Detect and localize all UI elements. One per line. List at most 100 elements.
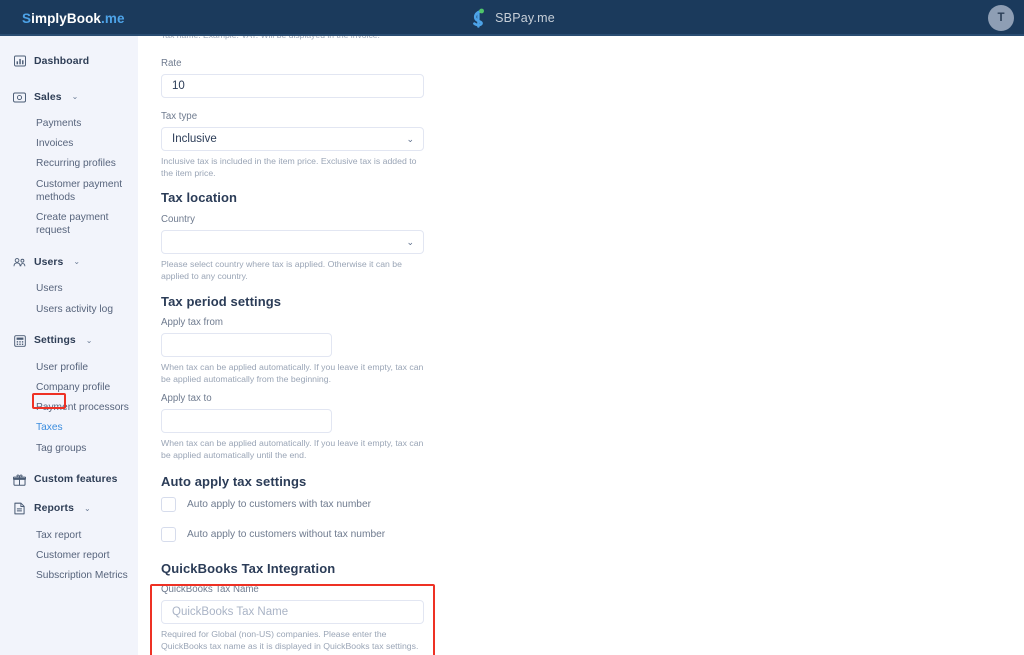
tax-location-section: Tax location <box>161 190 237 205</box>
sidebar-item-tax-report[interactable]: Tax report <box>0 529 138 542</box>
tax-period-title: Tax period settings <box>161 294 282 309</box>
sidebar-item-create-payment-request[interactable]: Create payment request <box>0 211 138 237</box>
sidebar-group-dashboard: Dashboard <box>0 50 138 72</box>
country-help: Please select country where tax is appli… <box>161 259 402 281</box>
auto-apply-without-tax-number-checkbox[interactable] <box>161 527 176 542</box>
auto-apply-with-tax-number-row[interactable]: Auto apply to customers with tax number <box>161 497 371 512</box>
sidebar-item-users-activity-log[interactable]: Users activity log <box>0 303 138 316</box>
auto-apply-with-tax-number-checkbox[interactable] <box>161 497 176 512</box>
sidebar-group-custom-features: Custom features <box>0 469 138 491</box>
tax-type-select[interactable]: Inclusive ⌄ <box>161 127 424 151</box>
sidebar-label-dashboard: Dashboard <box>34 55 90 67</box>
users-icon <box>13 256 26 269</box>
sidebar-item-invoices[interactable]: Invoices <box>0 137 138 150</box>
tax-type-field: Tax type Inclusive ⌄ Inclusive tax is in… <box>161 111 427 179</box>
main-content: Tax name. Example: VAT. Will be displaye… <box>140 36 1024 655</box>
tax-type-label: Tax type <box>161 111 198 122</box>
document-icon <box>13 502 26 515</box>
sidebar-item-payment-processors[interactable]: Payment processors <box>0 401 138 414</box>
auto-apply-without-tax-number-row[interactable]: Auto apply to customers without tax numb… <box>161 527 385 542</box>
apply-tax-to-input[interactable] <box>161 409 332 433</box>
sidebar-label-users: Users <box>34 256 64 268</box>
sidebar-item-payments[interactable]: Payments <box>0 117 138 130</box>
quickbooks-tax-name-help: Required for Global (non-US) companies. … <box>161 629 419 651</box>
quickbooks-tax-name-label: QuickBooks Tax Name <box>161 584 259 595</box>
country-label: Country <box>161 214 195 225</box>
calculator-icon <box>13 334 26 347</box>
sidebar-item-customer-report[interactable]: Customer report <box>0 549 138 562</box>
chevron-down-icon: ⌄ <box>406 133 414 144</box>
sidebar: Dashboard Sales ⌄ Payments Invoices Recu… <box>0 36 138 655</box>
chevron-down-icon[interactable]: ⌄ <box>84 504 91 513</box>
sidebar-item-dashboard[interactable]: Dashboard <box>0 50 138 72</box>
chevron-down-icon[interactable]: ⌄ <box>73 258 80 266</box>
sidebar-item-users-group[interactable]: Users ⌄ <box>0 251 138 273</box>
simplybook-logo-middle: implyBook <box>31 10 102 26</box>
tax-type-value: Inclusive <box>172 133 217 145</box>
sidebar-item-custom-features[interactable]: Custom features <box>0 469 138 491</box>
simplybook-s-mark: S <box>22 10 32 26</box>
auto-apply-section: Auto apply tax settings <box>161 474 306 489</box>
apply-tax-from-field: Apply tax from When tax can be applied a… <box>161 317 427 385</box>
sidebar-label-sales: Sales <box>34 91 62 103</box>
sidebar-item-company-profile[interactable]: Company profile <box>0 381 138 394</box>
sidebar-label-settings: Settings <box>34 335 76 347</box>
apply-tax-to-help: When tax can be applied automatically. I… <box>161 438 424 460</box>
apply-tax-to-field: Apply tax to When tax can be applied aut… <box>161 393 427 461</box>
simplybook-logo[interactable]: SimplyBook.me <box>22 0 125 36</box>
auto-apply-without-tax-number-label: Auto apply to customers without tax numb… <box>187 529 386 540</box>
simplybook-logo-suffix: .me <box>101 10 125 26</box>
sbpay-brand: SBPay.me <box>0 0 1024 36</box>
sidebar-item-users[interactable]: Users <box>0 282 138 295</box>
gift-icon <box>13 473 26 486</box>
apply-tax-from-help: When tax can be applied automatically. I… <box>161 362 424 384</box>
sidebar-group-users: Users ⌄ Users Users activity log <box>0 251 138 315</box>
bar-chart-icon <box>13 55 26 68</box>
sidebar-item-settings[interactable]: Settings ⌄ <box>0 330 138 352</box>
sidebar-group-settings: Settings ⌄ User profile Company profile … <box>0 330 138 455</box>
apply-tax-from-input[interactable] <box>161 333 332 357</box>
sidebar-group-sales: Sales ⌄ Payments Invoices Recurring prof… <box>0 86 138 237</box>
sidebar-item-taxes[interactable]: Taxes <box>0 421 138 434</box>
country-select[interactable]: ⌄ <box>161 230 424 254</box>
auto-apply-with-tax-number-label: Auto apply to customers with tax number <box>187 499 372 510</box>
quickbooks-tax-name-input[interactable]: QuickBooks Tax Name <box>161 600 424 624</box>
auto-apply-title: Auto apply tax settings <box>161 474 307 489</box>
sidebar-item-customer-payment-methods[interactable]: Customer payment methods <box>0 178 138 204</box>
sidebar-item-reports[interactable]: Reports ⌄ <box>0 498 138 520</box>
sidebar-label-reports: Reports <box>34 503 74 515</box>
rate-label: Rate <box>161 58 182 69</box>
avatar[interactable]: T <box>988 5 1014 31</box>
tax-period-section: Tax period settings <box>161 294 281 309</box>
sidebar-item-recurring-profiles[interactable]: Recurring profiles <box>0 157 138 170</box>
sidebar-item-sales[interactable]: Sales ⌄ <box>0 86 138 108</box>
simplybook-logo-text: SimplyBook.me <box>22 11 125 26</box>
sidebar-item-tag-groups[interactable]: Tag groups <box>0 442 138 455</box>
top-bar: SimplyBook.me SBPay.me T <box>0 0 1024 36</box>
rate-field: Rate 10 <box>161 58 424 98</box>
money-card-icon <box>13 91 26 104</box>
quickbooks-title: QuickBooks Tax Integration <box>161 561 336 576</box>
tax-name-help-cutoff: Tax name. Example: VAT. Will be displaye… <box>161 36 380 40</box>
sbpay-logo-text: SBPay.me <box>495 11 555 25</box>
chevron-down-icon: ⌄ <box>406 236 414 247</box>
sidebar-label-custom-features: Custom features <box>34 474 118 486</box>
country-field: Country ⌄ Please select country where ta… <box>161 214 427 282</box>
apply-tax-from-label: Apply tax from <box>161 317 223 328</box>
sidebar-group-reports: Reports ⌄ Tax report Customer report Sub… <box>0 498 138 583</box>
rate-input[interactable]: 10 <box>161 74 424 98</box>
sidebar-item-subscription-metrics[interactable]: Subscription Metrics <box>0 569 138 582</box>
tax-location-title: Tax location <box>161 190 238 205</box>
quickbooks-section: QuickBooks Tax Integration <box>161 561 335 576</box>
sidebar-item-user-profile[interactable]: User profile <box>0 361 138 374</box>
tax-type-help: Inclusive tax is included in the item pr… <box>161 156 417 178</box>
app-root: SimplyBook.me SBPay.me T Dashboard Sales… <box>0 0 1024 655</box>
quickbooks-tax-name-field: QuickBooks Tax Name QuickBooks Tax Name … <box>161 584 427 652</box>
apply-tax-to-label: Apply tax to <box>161 393 212 404</box>
chevron-down-icon[interactable]: ⌄ <box>72 93 79 101</box>
chevron-down-icon[interactable]: ⌄ <box>86 336 93 345</box>
